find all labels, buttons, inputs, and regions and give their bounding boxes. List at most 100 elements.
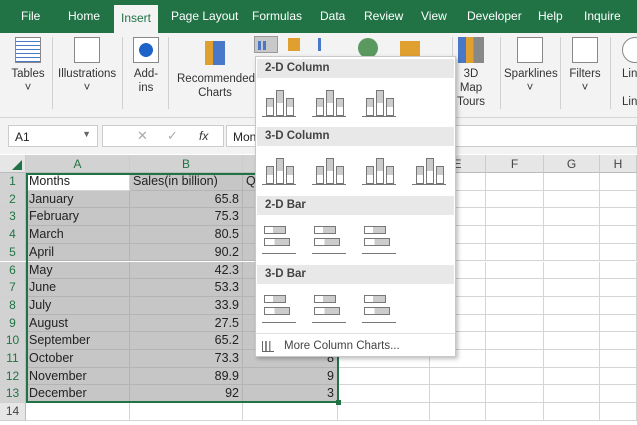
illustrations-button[interactable]: Illustrations ˅ (58, 33, 116, 95)
tab-inquire[interactable]: Inquire (584, 9, 621, 23)
addins-button[interactable]: Add-ins (130, 33, 162, 95)
cell-f[interactable] (486, 243, 544, 262)
cell-e[interactable] (430, 367, 486, 386)
stacked-column-icon[interactable] (312, 83, 348, 119)
cell-f[interactable] (486, 403, 544, 421)
cell-f[interactable] (486, 314, 544, 333)
cell-c[interactable]: 3 (243, 385, 338, 404)
cell-b[interactable]: 33.9 (130, 296, 243, 315)
cell-h[interactable] (600, 226, 637, 244)
clustered-bar-icon[interactable] (262, 220, 298, 256)
fill-handle[interactable] (336, 400, 341, 405)
row-header[interactable]: 11 (0, 350, 26, 368)
cell-g[interactable] (544, 385, 600, 404)
tab-view[interactable]: View (421, 9, 447, 23)
name-box[interactable]: A1 ▼ (8, 125, 98, 147)
cell-h[interactable] (600, 314, 637, 333)
cell-b[interactable]: 53.3 (130, 279, 243, 297)
row-header[interactable]: 4 (0, 226, 26, 244)
hierarchy-chart-button[interactable] (288, 38, 300, 51)
cell-h[interactable] (600, 385, 637, 404)
tab-page-layout[interactable]: Page Layout (171, 9, 238, 23)
cell-f[interactable] (486, 173, 544, 191)
cell-a[interactable]: May (26, 261, 130, 280)
cell-a[interactable]: April (26, 243, 130, 262)
tab-developer[interactable]: Developer (467, 9, 522, 23)
cell-a[interactable]: September (26, 332, 130, 350)
cell-b[interactable]: Sales(in billion) (130, 173, 243, 191)
recommended-charts-button[interactable]: Recommended Charts (176, 33, 255, 100)
link-button[interactable]: Lin Lin (622, 33, 637, 109)
fx-icon[interactable]: fx (199, 129, 208, 143)
cell-b[interactable]: 90.2 (130, 243, 243, 262)
cell-f[interactable] (486, 367, 544, 386)
cell-b[interactable] (130, 403, 243, 421)
cell-g[interactable] (544, 226, 600, 244)
tab-home[interactable]: Home (68, 9, 100, 23)
row-header[interactable]: 6 (0, 261, 26, 280)
cell-h[interactable] (600, 173, 637, 191)
row-header[interactable]: 1 (0, 173, 26, 191)
cell-f[interactable] (486, 296, 544, 315)
cell-g[interactable] (544, 208, 600, 227)
clustered-column-icon[interactable] (262, 83, 298, 119)
3d-clustered-column-icon[interactable] (262, 151, 298, 187)
cell-g[interactable] (544, 367, 600, 386)
cell-f[interactable] (486, 226, 544, 244)
column-header-b[interactable]: B (130, 155, 243, 173)
3d-100-stacked-bar-icon[interactable] (362, 289, 398, 325)
row-header[interactable]: 14 (0, 403, 26, 421)
cell-h[interactable] (600, 261, 637, 280)
column-header-g[interactable]: G (544, 155, 600, 173)
cell-h[interactable] (600, 279, 637, 297)
cell-c[interactable] (243, 403, 338, 421)
column-header-a[interactable]: A (26, 155, 130, 173)
3d-100-stacked-column-icon[interactable] (362, 151, 398, 187)
cell-g[interactable] (544, 261, 600, 280)
row-header[interactable]: 3 (0, 208, 26, 227)
row-header[interactable]: 8 (0, 296, 26, 315)
cell-h[interactable] (600, 190, 637, 209)
waterfall-chart-button[interactable] (318, 38, 330, 51)
row-header[interactable]: 10 (0, 332, 26, 350)
cell-a[interactable]: March (26, 226, 130, 244)
3d-stacked-column-icon[interactable] (312, 151, 348, 187)
tab-formulas[interactable]: Formulas (252, 9, 302, 23)
cell-f[interactable] (486, 208, 544, 227)
cell-f[interactable] (486, 385, 544, 404)
3d-map-button[interactable]: 3D Map Tours (456, 33, 486, 109)
stacked-bar-icon[interactable] (312, 220, 348, 256)
cell-g[interactable] (544, 243, 600, 262)
cell-a[interactable]: February (26, 208, 130, 227)
cell-g[interactable] (544, 279, 600, 297)
column-header-f[interactable]: F (486, 155, 544, 173)
cell-d[interactable] (338, 367, 430, 386)
cell-d[interactable] (338, 385, 430, 404)
cell-g[interactable] (544, 350, 600, 368)
3d-stacked-bar-icon[interactable] (312, 289, 348, 325)
tables-button[interactable]: Tables ˅ (8, 33, 48, 95)
cell-f[interactable] (486, 279, 544, 297)
cell-g[interactable] (544, 173, 600, 191)
tab-help[interactable]: Help (538, 9, 563, 23)
cell-h[interactable] (600, 350, 637, 368)
cell-b[interactable]: 65.2 (130, 332, 243, 350)
cell-b[interactable]: 75.3 (130, 208, 243, 227)
cell-a[interactable]: June (26, 279, 130, 297)
cell-g[interactable] (544, 296, 600, 315)
cell-h[interactable] (600, 243, 637, 262)
cell-b[interactable]: 65.8 (130, 190, 243, 209)
cell-h[interactable] (600, 208, 637, 227)
cell-f[interactable] (486, 190, 544, 209)
100-stacked-bar-icon[interactable] (362, 220, 398, 256)
cell-a[interactable]: December (26, 385, 130, 404)
row-header[interactable]: 12 (0, 367, 26, 386)
cell-g[interactable] (544, 190, 600, 209)
cell-a[interactable]: July (26, 296, 130, 315)
cell-h[interactable] (600, 367, 637, 386)
100-stacked-column-icon[interactable] (362, 83, 398, 119)
enter-icon[interactable]: ✓ (167, 128, 178, 144)
cell-b[interactable]: 27.5 (130, 314, 243, 333)
cell-g[interactable] (544, 403, 600, 421)
row-header[interactable]: 5 (0, 243, 26, 262)
